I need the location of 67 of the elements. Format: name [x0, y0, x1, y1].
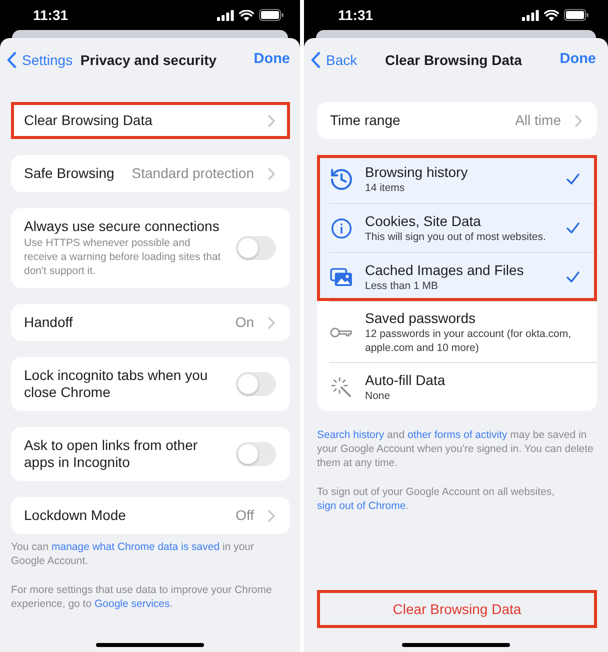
cellular-signal-icon [217, 10, 234, 20]
wifi-icon [544, 10, 559, 20]
data-type-row[interactable]: Browsing history 14 items [317, 155, 597, 203]
row-subtitle: Less than 1 MB [365, 279, 439, 293]
row-description: Use HTTPS whenever possible and receive a warning before loading sites that don't support it. [24, 236, 222, 278]
footer-note: To sign out of your Google Account on all websites, sign out of Chrome. [317, 485, 556, 513]
chevron-right-icon [268, 316, 275, 328]
row-subtitle: This will sign you out of most websites. [365, 230, 547, 244]
back-button[interactable]: Settings [7, 50, 73, 70]
row-title: Cookies, Site Data [365, 212, 482, 230]
data-type-row[interactable]: Cookies, Site Data This will sign you out of most websites. [317, 203, 597, 252]
settings-row[interactable]: Clear Browsing Data [11, 102, 290, 139]
clear-browsing-data-button[interactable]: Clear Browsing Data [317, 590, 597, 628]
done-button[interactable]: Done [254, 49, 290, 71]
settings-row[interactable]: Lockdown Mode Off [11, 497, 290, 534]
footer-note: You can manage what Chrome data is saved in your Google Account. [11, 540, 256, 568]
chevron-right-icon [575, 114, 582, 126]
row-title: Handoff [24, 313, 74, 332]
row-value: Off [236, 506, 254, 525]
key-icon [330, 326, 352, 338]
nav-title: Privacy and security [79, 50, 218, 70]
row-title: Saved passwords [365, 309, 477, 327]
back-chevron-icon [311, 52, 320, 68]
data-type-row[interactable]: Cached Images and Files Less than 1 MB [317, 252, 597, 301]
toggle-switch[interactable] [236, 372, 276, 396]
row-title: Lock incognito tabs when you close Chrome [24, 367, 209, 401]
footer-note: Search history and other forms of activity may be saved in your Google Account when you're signed in. You can delete them at any time. [317, 428, 594, 470]
row-title: Always use secure connections [24, 218, 220, 235]
chevron-right-icon [268, 510, 275, 522]
images-icon [330, 268, 352, 286]
row-subtitle: None [365, 389, 392, 403]
back-button[interactable]: Back [311, 50, 358, 70]
settings-row[interactable]: Handoff On [11, 304, 290, 341]
row-title: Ask to open links from other apps in Incognito [24, 437, 199, 471]
cellular-signal-icon [522, 10, 539, 20]
chevron-right-icon [268, 114, 275, 126]
row-value: Standard protection [132, 164, 254, 183]
row-subtitle: 12 passwords in your account (for okta.com, apple.com and 10 more) [365, 327, 572, 355]
row-value: On [235, 313, 254, 332]
info-icon [330, 218, 352, 238]
row-value: All time [515, 111, 561, 130]
battery-icon [259, 9, 284, 21]
battery-icon [564, 9, 589, 21]
settings-row[interactable]: Time range All time [317, 102, 597, 139]
settings-row[interactable]: Safe Browsing Standard protection [11, 155, 290, 192]
row-title: Auto-fill Data [365, 371, 446, 389]
row-title: Time range [330, 111, 402, 130]
sparkle-icon [331, 377, 351, 397]
chevron-right-icon [268, 168, 275, 180]
toggle-switch[interactable] [236, 442, 276, 466]
row-title: Lockdown Mode [24, 506, 127, 525]
row-title: Safe Browsing [24, 164, 116, 183]
footer-note: For more settings that use data to improve your Chrome experience, go to Google services. [11, 583, 273, 611]
row-title: Clear Browsing Data [24, 111, 154, 130]
wifi-icon [239, 10, 254, 20]
row-title: Browsing history [365, 163, 469, 181]
back-chevron-icon [7, 52, 16, 68]
done-button[interactable]: Done [560, 49, 596, 71]
history-icon [330, 168, 352, 190]
row-subtitle: 14 items [365, 181, 406, 195]
nav-title: Clear Browsing Data [384, 50, 523, 70]
status-time: 11:31 [338, 6, 374, 24]
data-type-row[interactable]: Saved passwords 12 passwords in your account (for okta.com, apple.com and 10 more) [317, 301, 597, 362]
status-time: 11:31 [33, 6, 68, 24]
toggle-switch[interactable] [236, 236, 276, 260]
data-type-row[interactable]: Auto-fill Data None [317, 362, 597, 411]
row-title: Cached Images and Files [365, 261, 525, 279]
